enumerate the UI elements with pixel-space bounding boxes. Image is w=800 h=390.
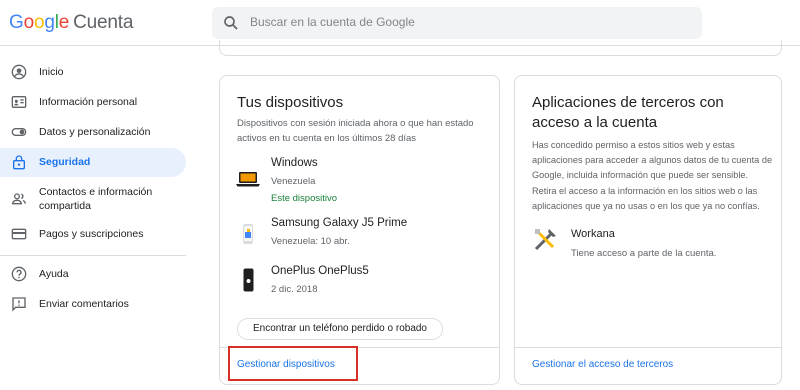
find-lost-phone-button[interactable]: Encontrar un teléfono perdido o robado — [237, 318, 443, 340]
devices-card-title: Tus dispositivos — [237, 94, 344, 111]
sidebar-item-label: Inicio — [39, 66, 64, 78]
description-line: activos en tu cuenta en los últimos 28 d… — [237, 133, 417, 144]
third-party-card-title: Aplicaciones de terceros con acceso a la… — [532, 93, 724, 133]
phone-icon — [243, 268, 254, 292]
devices-card-description: Dispositivos con sesión iniciada ahora o… — [237, 116, 474, 146]
sidebar-item-label: Información personal — [39, 96, 138, 108]
product-name: Cuenta — [73, 12, 134, 33]
third-party-card-description: Has concedido permiso a estos sitios web… — [532, 138, 772, 214]
description-line: aplicaciones que ya no usas o en los que… — [532, 200, 760, 211]
device-name: Windows — [271, 157, 318, 169]
workana-icon — [534, 229, 556, 251]
device-item[interactable]: Windows Venezuela Este dispositivo — [236, 157, 486, 207]
search-placeholder: Buscar en la cuenta de Google — [250, 15, 415, 29]
sidebar-item-pagos[interactable]: Pagos y suscripciones — [0, 222, 186, 246]
sidebar-item-label: Pagos y suscripciones — [39, 228, 144, 240]
description-line: Dispositivos con sesión iniciada ahora o… — [237, 118, 474, 129]
sidebar-item-informacion-personal[interactable]: Información personal — [0, 90, 186, 114]
highlight-annotation — [228, 346, 358, 381]
android-phone-icon — [243, 224, 253, 244]
device-name: OnePlus OnePlus5 — [271, 265, 369, 277]
title-line: Aplicaciones de terceros con — [532, 94, 724, 111]
logo-letter: e — [58, 12, 70, 33]
sidebar-item-label: Contactos e información compartida — [39, 186, 153, 212]
credit-card-icon — [11, 228, 27, 240]
search-input[interactable]: Buscar en la cuenta de Google — [212, 7, 702, 39]
logo-letter: G — [9, 12, 24, 33]
sidebar-item-datos-personalizacion[interactable]: Datos y personalización — [0, 120, 186, 144]
feedback-icon — [12, 297, 26, 312]
sidebar-item-label: Ayuda — [39, 268, 69, 280]
id-card-icon — [11, 96, 27, 108]
device-name: Samsung Galaxy J5 Prime — [271, 217, 408, 229]
sidebar-item-contactos[interactable]: Contactos e información compartida — [0, 183, 186, 215]
app-access-description: Tiene acceso a parte de la cuenta. — [571, 248, 717, 259]
google-account-logo[interactable]: Google Cuenta — [9, 12, 133, 34]
people-icon — [11, 193, 26, 205]
manage-third-party-access-link[interactable]: Gestionar el acceso de terceros — [532, 359, 673, 370]
description-line: Retira el acceso a la información en los… — [532, 185, 758, 196]
help-icon — [11, 266, 27, 282]
device-item[interactable]: OnePlus OnePlus5 2 dic. 2018 — [236, 265, 486, 301]
devices-card: Tus dispositivos Dispositivos con sesión… — [219, 75, 500, 385]
laptop-icon — [236, 172, 260, 187]
device-last-seen: 2 dic. 2018 — [271, 284, 318, 295]
third-party-access-card: Aplicaciones de terceros con acceso a la… — [514, 75, 782, 385]
sidebar-item-label: Datos y personalización — [39, 126, 151, 138]
title-line: acceso a la cuenta — [532, 114, 658, 131]
sidebar-item-label: Seguridad — [39, 156, 91, 168]
card-divider — [515, 347, 781, 348]
device-item[interactable]: Samsung Galaxy J5 Prime Venezuela: 10 ab… — [236, 217, 486, 253]
sidebar-item-label: Enviar comentarios — [39, 298, 129, 310]
sidebar-item-ayuda[interactable]: Ayuda — [0, 262, 186, 286]
device-location: Venezuela: 10 abr. — [271, 236, 350, 247]
current-device-label: Este dispositivo — [271, 193, 338, 204]
sidebar-item-inicio[interactable]: Inicio — [0, 60, 186, 84]
sidebar-item-seguridad[interactable]: Seguridad — [0, 148, 186, 177]
description-line: Has concedido permiso a estos sitios web… — [532, 140, 735, 150]
search-icon — [224, 16, 238, 30]
device-location: Venezuela — [271, 176, 316, 187]
previous-card-bottom — [219, 40, 782, 56]
logo-letter: g — [44, 12, 55, 33]
description-line: Google, incluida información que puede s… — [532, 170, 749, 181]
account-circle-icon — [11, 64, 27, 80]
app-name[interactable]: Workana — [571, 228, 615, 240]
logo-letter: o — [23, 12, 35, 33]
logo-letter: o — [33, 12, 45, 33]
description-line: aplicaciones para acceder a algunos dato… — [532, 155, 773, 166]
lock-icon — [13, 155, 25, 170]
sidebar-divider — [0, 255, 186, 256]
sidebar-item-enviar-comentarios[interactable]: Enviar comentarios — [0, 292, 186, 316]
toggle-icon — [11, 128, 27, 136]
